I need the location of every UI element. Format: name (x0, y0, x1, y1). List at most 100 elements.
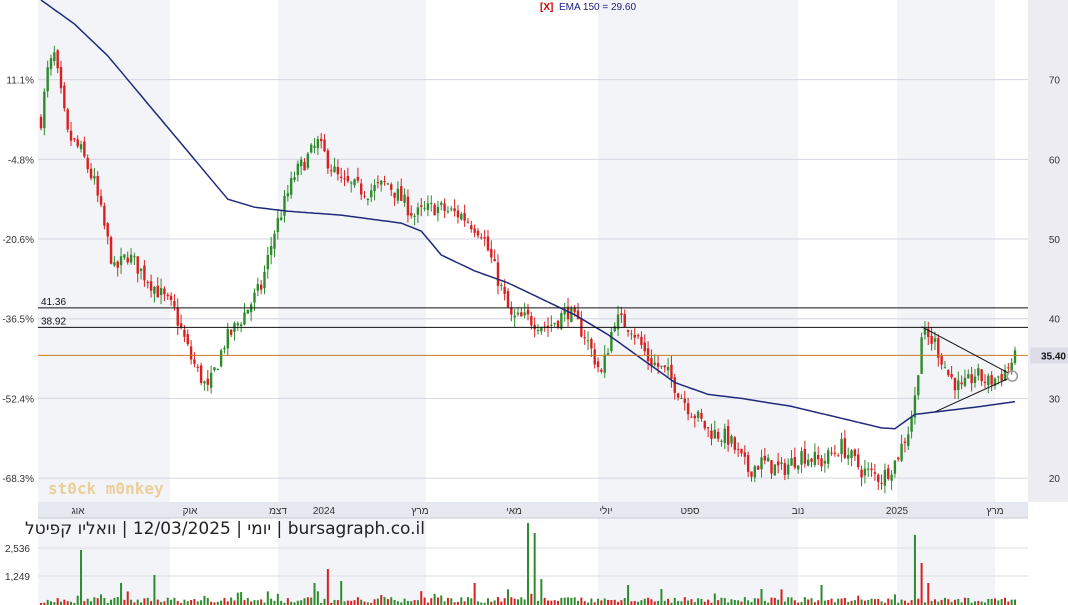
candle-body (673, 377, 676, 393)
volume-bar (460, 597, 463, 605)
candle-body (59, 67, 63, 89)
candle-body (503, 286, 506, 294)
candle-body (760, 457, 763, 470)
candle-body (683, 398, 686, 403)
candle-body (980, 369, 983, 382)
volume-tick: 2,536 (5, 544, 30, 555)
volume-bar (63, 599, 66, 605)
volume-bar (753, 598, 756, 605)
candle-body (600, 369, 603, 372)
candle-body (193, 359, 196, 364)
candle-body (847, 455, 850, 459)
candle-body (213, 367, 216, 371)
candle-body (316, 139, 320, 149)
candle-body (183, 329, 186, 337)
volume-bar (83, 601, 86, 605)
candle-body (880, 482, 883, 484)
candle-body (413, 215, 416, 217)
candle-body (416, 207, 420, 215)
candle-body (863, 468, 867, 476)
candle-body (360, 183, 363, 195)
volume-bar (657, 600, 660, 605)
candle-body (690, 416, 693, 418)
month-band (598, 0, 798, 502)
volume-bar (920, 563, 923, 605)
volume-bar (186, 601, 189, 605)
candle-body (269, 246, 273, 256)
volume-bar (373, 599, 376, 605)
volume-bar (917, 598, 920, 605)
volume-bar (50, 601, 53, 605)
volume-bar (787, 597, 790, 605)
candle-body (556, 320, 560, 327)
candle-body (336, 166, 340, 175)
volume-bar (567, 597, 570, 605)
candle-body (49, 58, 53, 69)
volume-bar (96, 598, 99, 605)
candle-body (726, 426, 730, 445)
volume-bar (530, 593, 533, 605)
candle-body (710, 430, 713, 439)
candle-body (343, 178, 346, 180)
candle-body (236, 323, 240, 326)
candle-body (643, 342, 646, 352)
candle-body (306, 153, 310, 168)
candle-body (550, 324, 553, 326)
volume-bar (116, 597, 119, 605)
x-tick: ספט (680, 506, 700, 517)
candle-body (560, 313, 563, 329)
candle-body (473, 228, 476, 233)
volume-bar (176, 600, 179, 605)
stock-chart: st0ck m0nkey 2,536 1,249 41.36 38.92 35.40 … (0, 0, 1068, 605)
candle-body (246, 309, 250, 314)
candle-body (940, 356, 943, 365)
volume-bar (533, 533, 536, 605)
y-tick-left: -68.3% (2, 474, 34, 485)
volume-bar (647, 597, 650, 605)
candle-body (466, 221, 470, 223)
candle-body (680, 398, 683, 400)
volume-bar (246, 597, 249, 605)
apex-marker (1006, 370, 1019, 382)
volume-bar (383, 597, 386, 605)
volume-bar (557, 600, 560, 605)
volume-bar (570, 597, 573, 605)
candle-body (656, 363, 660, 367)
candle-body (186, 334, 189, 345)
x-tick: אוק (183, 506, 198, 517)
candle-body (353, 179, 356, 186)
volume-bar (120, 583, 123, 605)
candle-body (893, 460, 897, 474)
x-tick: אוג (71, 506, 85, 517)
volume-bar (390, 597, 393, 605)
volume-bar (623, 598, 626, 605)
volume-bar (486, 598, 489, 605)
candle-body (1010, 362, 1013, 371)
indicator-label[interactable]: [X] (540, 2, 553, 13)
volume-bar (543, 597, 546, 605)
volume-bar (630, 601, 633, 605)
volume-bar (276, 593, 279, 605)
volume-bar (66, 601, 69, 605)
candle-body (803, 449, 807, 464)
volume-bar (433, 593, 436, 605)
volume-bar (643, 598, 646, 605)
candle-body (453, 208, 456, 212)
volume-bar (773, 597, 776, 605)
y-tick-right: 70 (1049, 76, 1061, 87)
candle-body (420, 205, 423, 207)
volume-bar (793, 600, 796, 605)
volume-bar (253, 600, 256, 605)
volume-bar (146, 597, 149, 605)
candle-body (463, 213, 466, 221)
volume-bar (860, 599, 863, 605)
candle-body (493, 258, 496, 262)
candle-body (263, 271, 266, 289)
candle-body (820, 458, 823, 467)
volume-bar (537, 600, 540, 605)
volume-bar (200, 600, 203, 605)
volume-bar (496, 597, 499, 605)
volume-bar (737, 600, 740, 605)
candle-body (126, 257, 129, 263)
volume-bar (990, 598, 993, 605)
